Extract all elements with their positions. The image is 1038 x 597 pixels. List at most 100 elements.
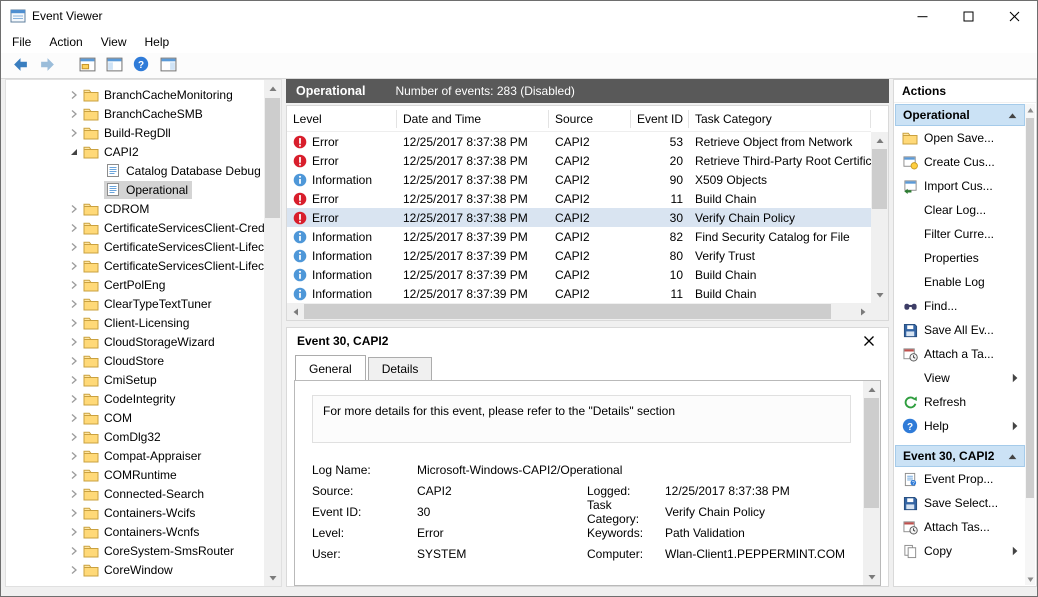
event-list-scrollbar-thumb[interactable] bbox=[872, 149, 887, 209]
chevron-down-icon[interactable] bbox=[66, 147, 82, 157]
scroll-up-icon[interactable] bbox=[863, 381, 880, 398]
tree-item[interactable]: Connected-Search bbox=[6, 484, 264, 503]
forward-button[interactable] bbox=[36, 55, 58, 77]
preview-scrollbar-thumb[interactable] bbox=[864, 398, 879, 508]
chevron-right-icon[interactable] bbox=[66, 109, 82, 119]
tree-item[interactable]: CAPI2 bbox=[6, 142, 264, 161]
menu-help[interactable]: Help bbox=[136, 32, 179, 52]
tree-item[interactable]: ComDlg32 bbox=[6, 427, 264, 446]
properties-button[interactable] bbox=[76, 55, 98, 77]
back-button[interactable] bbox=[9, 55, 31, 77]
action-item-filter-curre[interactable]: Filter Curre... bbox=[895, 222, 1025, 246]
chevron-right-icon[interactable] bbox=[66, 565, 82, 575]
tree-item[interactable]: CloudStorageWizard bbox=[6, 332, 264, 351]
event-row[interactable]: Information12/25/2017 8:37:38 PMCAPI290X… bbox=[287, 170, 871, 189]
tree-item[interactable]: CodeIntegrity bbox=[6, 389, 264, 408]
scroll-up-icon[interactable] bbox=[264, 80, 281, 97]
tree-scrollbar[interactable] bbox=[264, 80, 281, 586]
scroll-down-icon[interactable] bbox=[871, 286, 888, 303]
maximize-button[interactable] bbox=[945, 1, 991, 31]
chevron-right-icon[interactable] bbox=[66, 489, 82, 499]
tree-item[interactable]: COMRuntime bbox=[6, 465, 264, 484]
scroll-down-icon[interactable] bbox=[863, 568, 880, 585]
chevron-right-icon[interactable] bbox=[66, 128, 82, 138]
show-action-pane-button[interactable] bbox=[157, 55, 179, 77]
chevron-right-icon[interactable] bbox=[66, 280, 82, 290]
tree-item[interactable]: Containers-Wcnfs bbox=[6, 522, 264, 541]
tree-item[interactable]: CDROM bbox=[6, 199, 264, 218]
event-row[interactable]: Error12/25/2017 8:37:38 PMCAPI253Retriev… bbox=[287, 132, 871, 151]
event-row[interactable]: Information12/25/2017 8:37:39 PMCAPI280V… bbox=[287, 246, 871, 265]
chevron-right-icon[interactable] bbox=[66, 204, 82, 214]
tree-item[interactable]: BranchCacheMonitoring bbox=[6, 85, 264, 104]
tree-item[interactable]: CoreSystem-SmsRouter bbox=[6, 541, 264, 560]
tree-item[interactable]: CmiSetup bbox=[6, 370, 264, 389]
chevron-right-icon[interactable] bbox=[66, 223, 82, 233]
tree-item[interactable]: Operational bbox=[6, 180, 264, 199]
action-item-help[interactable]: ?Help bbox=[895, 414, 1025, 438]
action-item-import-cus[interactable]: Import Cus... bbox=[895, 174, 1025, 198]
chevron-right-icon[interactable] bbox=[66, 413, 82, 423]
tree-item[interactable]: CertificateServicesClient-Lifec bbox=[6, 256, 264, 275]
chevron-right-icon[interactable] bbox=[66, 432, 82, 442]
column-header-source[interactable]: Source bbox=[549, 110, 631, 128]
tree-item[interactable]: CertificateServicesClient-Lifec bbox=[6, 237, 264, 256]
scroll-left-icon[interactable] bbox=[287, 303, 304, 320]
preview-close-icon[interactable] bbox=[860, 332, 878, 350]
action-item-copy[interactable]: Copy bbox=[895, 539, 1025, 563]
tree-item[interactable]: ClearTypeTextTuner bbox=[6, 294, 264, 313]
chevron-right-icon[interactable] bbox=[66, 546, 82, 556]
action-item-event-prop[interactable]: ?Event Prop... bbox=[895, 467, 1025, 491]
tree-item[interactable]: Compat-Appraiser bbox=[6, 446, 264, 465]
action-item-attach-a-ta[interactable]: Attach a Ta... bbox=[895, 342, 1025, 366]
chevron-right-icon[interactable] bbox=[66, 318, 82, 328]
tree-item[interactable]: Client-Licensing bbox=[6, 313, 264, 332]
chevron-right-icon[interactable] bbox=[66, 451, 82, 461]
action-item-clear-log[interactable]: Clear Log... bbox=[895, 198, 1025, 222]
actions-scrollbar-thumb[interactable] bbox=[1026, 118, 1034, 498]
column-header-task-category[interactable]: Task Category bbox=[689, 110, 871, 128]
show-console-tree-button[interactable] bbox=[103, 55, 125, 77]
tree-item[interactable]: BranchCacheSMB bbox=[6, 104, 264, 123]
action-item-create-cus[interactable]: Create Cus... bbox=[895, 150, 1025, 174]
tree-item[interactable]: CertPolEng bbox=[6, 275, 264, 294]
chevron-right-icon[interactable] bbox=[66, 470, 82, 480]
scroll-down-icon[interactable] bbox=[1025, 573, 1035, 585]
action-group-header[interactable]: Event 30, CAPI2 bbox=[895, 445, 1025, 467]
action-item-attach-tas[interactable]: Attach Tas... bbox=[895, 515, 1025, 539]
chevron-right-icon[interactable] bbox=[66, 337, 82, 347]
action-item-refresh[interactable]: Refresh bbox=[895, 390, 1025, 414]
action-item-view[interactable]: View bbox=[895, 366, 1025, 390]
help-button[interactable]: ? bbox=[130, 55, 152, 77]
scroll-down-icon[interactable] bbox=[264, 569, 281, 586]
chevron-right-icon[interactable] bbox=[66, 90, 82, 100]
tree-item[interactable]: CertificateServicesClient-Cred bbox=[6, 218, 264, 237]
chevron-right-icon[interactable] bbox=[66, 375, 82, 385]
tree-item[interactable]: Build-RegDll bbox=[6, 123, 264, 142]
column-header-level[interactable]: Level bbox=[287, 110, 397, 128]
chevron-right-icon[interactable] bbox=[66, 356, 82, 366]
event-row[interactable]: Information12/25/2017 8:37:39 PMCAPI211B… bbox=[287, 284, 871, 303]
event-row[interactable]: Information12/25/2017 8:37:39 PMCAPI282F… bbox=[287, 227, 871, 246]
tree-item[interactable]: CoreWindow bbox=[6, 560, 264, 579]
close-button[interactable] bbox=[991, 1, 1037, 31]
column-header-event-id[interactable]: Event ID bbox=[631, 110, 689, 128]
chevron-right-icon[interactable] bbox=[66, 527, 82, 537]
action-item-properties[interactable]: Properties bbox=[895, 246, 1025, 270]
minimize-button[interactable] bbox=[899, 1, 945, 31]
event-row[interactable]: Error12/25/2017 8:37:38 PMCAPI220Retriev… bbox=[287, 151, 871, 170]
tree-item[interactable]: CloudStore bbox=[6, 351, 264, 370]
action-group-header[interactable]: Operational bbox=[895, 104, 1025, 126]
tree-item[interactable]: COM bbox=[6, 408, 264, 427]
event-row[interactable]: Information12/25/2017 8:37:39 PMCAPI210B… bbox=[287, 265, 871, 284]
chevron-right-icon[interactable] bbox=[66, 299, 82, 309]
tree-scrollbar-thumb[interactable] bbox=[265, 98, 280, 218]
event-row[interactable]: Error12/25/2017 8:37:38 PMCAPI230Verify … bbox=[287, 208, 871, 227]
event-row[interactable]: Error12/25/2017 8:37:38 PMCAPI211Build C… bbox=[287, 189, 871, 208]
scroll-up-icon[interactable] bbox=[1025, 104, 1035, 116]
chevron-right-icon[interactable] bbox=[66, 508, 82, 518]
chevron-right-icon[interactable] bbox=[66, 394, 82, 404]
event-list-hscrollbar[interactable] bbox=[287, 303, 871, 320]
menu-file[interactable]: File bbox=[3, 32, 40, 52]
event-list-scrollbar[interactable] bbox=[871, 132, 888, 303]
